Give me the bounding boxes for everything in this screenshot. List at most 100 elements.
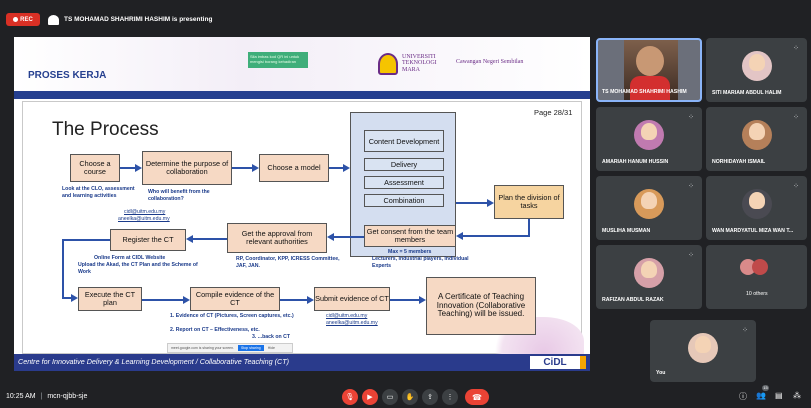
note-email-2[interactable]: aneelka@uitm.edu.my [118,216,170,223]
arrow [329,167,343,169]
hide-button[interactable]: Hide [268,346,275,350]
avatar [752,259,768,275]
arrow [62,239,110,241]
camera-off-icon[interactable]: ▶ [362,389,378,405]
self-tile[interactable]: ⁘ You [650,320,756,382]
participant-tile[interactable]: ⁘ RAFIZAN ABDUL RAZAK [596,245,702,309]
participant-tile[interactable]: ⁘ AMARIAH HANUM HUSSIN [596,107,702,171]
arrow [193,238,227,240]
participant-name: TS MOHAMAD SHAHRIMI HASHIM [602,89,687,95]
rec-label: REC [20,16,33,23]
participant-name: AMARIAH HANUM HUSSIN [602,159,669,165]
screen-share-toast: meet.google.com is sharing your screen. … [167,343,293,353]
pin-icon[interactable]: ⁘ [688,113,694,121]
pin-icon[interactable]: ⁘ [793,182,799,190]
avatar [742,120,772,150]
participant-name: RAFIZAN ABDUL RAZAK [602,297,664,303]
recording-badge: REC [6,13,40,26]
note-submit-email-2[interactable]: aneelka@uitm.edu.my [326,320,378,327]
people-icon[interactable]: 👥 [756,391,766,400]
pin-icon[interactable]: ⁘ [688,182,694,190]
stop-sharing-button[interactable]: Stop sharing [238,345,264,351]
note-email-1[interactable]: cidl@uitm.edu.my [124,209,165,216]
raise-hand-icon[interactable]: ✋ [402,389,418,405]
chat-icon[interactable]: ▤ [775,391,783,400]
box-register: Register the CT [110,229,186,251]
arrow [280,299,307,301]
arrow-head [327,233,334,241]
arrow [390,299,419,301]
arrow-head [487,199,494,207]
captions-icon[interactable]: ▭ [382,389,398,405]
slide-section-title: PROSES KERJA [28,70,107,81]
arrow-head [419,296,426,304]
toast-text: meet.google.com is sharing your screen. [171,346,235,350]
note-evidence-2: 2. Report on CT – Effectiveness, etc. [170,327,260,333]
presenting-banner: TS MOHAMAD SHAHRIMI HASHIM is presenting [48,13,212,26]
box-combination: Combination [364,194,444,207]
participant-tile-others[interactable]: 10 others [706,245,807,309]
participant-name: WAN MARDYATUL MIZA WAN T... [712,228,794,234]
note-consent-max: Max = 5 members [388,249,432,255]
info-icon[interactable]: ⓘ [739,391,747,402]
box-certificate: A Certificate of Teaching Innovation (Co… [426,277,536,335]
participant-tile-presenter[interactable]: TS MOHAMAD SHAHRIMI HASHIM [596,38,702,102]
arrow-head [307,296,314,304]
note-submit-email-1[interactable]: cidl@uitm.edu.my [326,313,367,320]
box-execute: Execute the CT plan [78,287,142,311]
arrow-head [343,164,350,172]
arrow-head [183,296,190,304]
record-dot-icon [13,17,19,22]
note-online-form: Online Form at CIDL Website [94,255,166,261]
meeting-code: mcn-qjbb-sje [47,393,88,400]
box-plan-division: Plan the division of tasks [494,185,564,219]
participant-name: NORHIDAYAH ISMAIL [712,159,766,165]
meeting-info: 10:25 AM | mcn-qjbb-sje [6,393,87,400]
header-band [14,91,590,99]
slide-heading: The Process [52,119,159,140]
arrow [528,219,530,236]
cidl-logo: CiDL [530,356,586,369]
arrow [62,239,64,297]
participant-name: You [656,370,666,376]
clock: 10:25 AM [6,393,36,400]
avatar [634,120,664,150]
box-choose-course: Choose a course [70,154,120,182]
others-count: 10 others [746,291,768,297]
qr-notice: Sila imbas kod QR ini untuk mengisi bora… [248,52,308,68]
box-assessment: Assessment [364,176,444,189]
more-options-icon[interactable]: ⋮ [442,389,458,405]
avatar [742,51,772,81]
arrow-head [456,232,463,240]
avatar [634,258,664,288]
avatar [634,189,664,219]
participant-name: MUSLIHA MUSMAN [602,228,651,234]
activities-icon[interactable]: ⁂ [793,391,801,400]
participant-tile[interactable]: ⁘ SITI MARIAM ABDUL HALIM [706,38,807,102]
avatar [742,189,772,219]
presenter-icon [48,14,59,25]
box-approval: Get the approval from relevant authoriti… [227,223,327,253]
arrow [120,167,136,169]
note-team: Lecturers, Industrial players, Individua… [372,256,469,269]
footer-text: Centre for Innovative Delivery & Learnin… [18,357,289,366]
slide-header [14,37,590,99]
arrow-head [186,235,193,243]
arrow-head [135,164,142,172]
present-icon[interactable]: ⇪ [422,389,438,405]
note-clo: Look at the CLO, assessment and learning… [62,186,135,199]
end-call-icon[interactable]: ☎ [465,389,489,405]
arrow [463,235,530,237]
pin-icon[interactable]: ⁘ [688,251,694,259]
pin-icon[interactable]: ⁘ [793,44,799,52]
pin-icon[interactable]: ⁘ [793,113,799,121]
arrow [334,236,364,238]
pin-icon[interactable]: ⁘ [742,326,748,334]
participant-tile[interactable]: ⁘ MUSLIHA MUSMAN [596,176,702,240]
university-name: UNIVERSITI TEKNOLOGI MARA [402,54,437,73]
mic-off-icon[interactable]: 🎙 [342,389,358,405]
participant-tile[interactable]: ⁘ WAN MARDYATUL MIZA WAN T... [706,176,807,240]
participant-tile[interactable]: ⁘ NORHIDAYAH ISMAIL [706,107,807,171]
note-approval-list: RP, Coordinator, KPP, ICRESS Committee, … [236,256,340,269]
page-label: Page 28/31 [534,108,573,117]
